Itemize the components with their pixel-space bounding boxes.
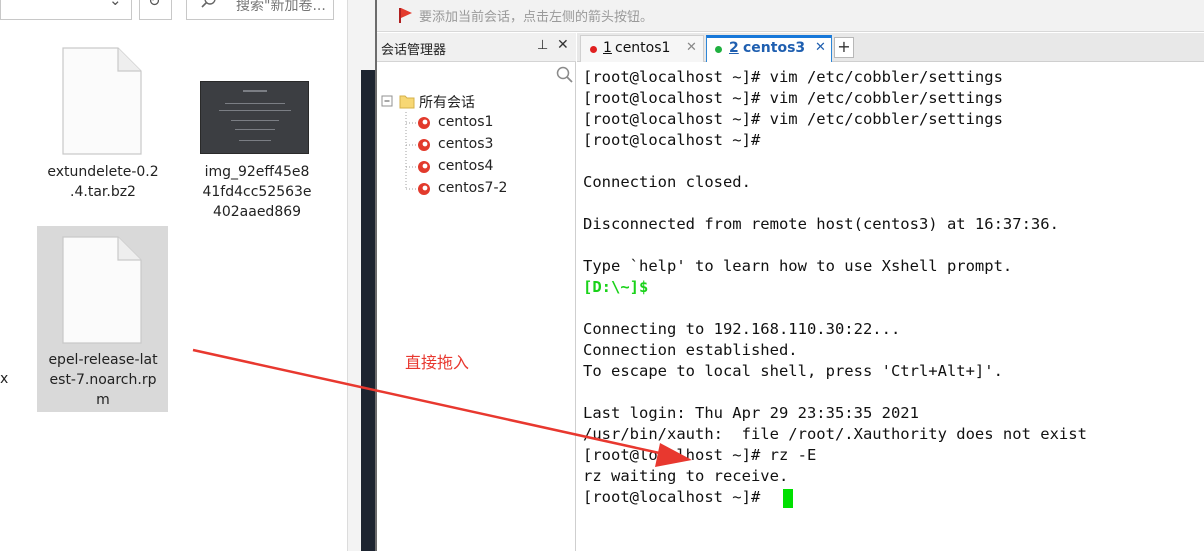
terminal-line: [root@localhost ~]# vim /etc/cobbler/set… — [583, 68, 1003, 86]
tree-session-centos3[interactable]: centos3 — [438, 136, 493, 152]
search-icon[interactable] — [555, 66, 573, 84]
terminal-line: [root@localhost ~]# vim /etc/cobbler/set… — [583, 110, 1003, 128]
document-icon[interactable] — [62, 236, 142, 344]
session-icon — [418, 139, 430, 151]
pin-icon[interactable]: ⊥ — [537, 38, 548, 53]
session-manager-title: 会话管理器 — [381, 43, 447, 58]
terminal-line: [root@localhost ~]# rz -E — [583, 446, 817, 464]
terminal-line: Last login: Thu Apr 29 23:35:35 2021 — [583, 404, 919, 422]
path-dropdown[interactable]: ⌄ — [0, 0, 132, 20]
terminal-line: To escape to local shell, press 'Ctrl+Al… — [583, 362, 1003, 380]
image-thumbnail[interactable] — [200, 81, 309, 154]
chevron-down-icon[interactable]: ⌄ — [109, 0, 122, 9]
terminal-line: [root@localhost ~]# — [583, 131, 761, 149]
add-tab-button[interactable]: + — [834, 37, 854, 58]
session-icon — [418, 161, 430, 173]
search-icon — [201, 0, 216, 8]
status-dot-icon — [590, 46, 597, 53]
file-name-epel-release[interactable]: epel-release-lat est-7.noarch.rp m — [38, 350, 168, 410]
add-session-arrow-icon[interactable] — [397, 7, 413, 23]
tree-session-centos1[interactable]: centos1 — [438, 114, 493, 130]
close-icon[interactable]: ✕ — [686, 40, 697, 55]
close-icon[interactable]: ✕ — [815, 40, 826, 55]
status-dot-icon — [715, 46, 722, 53]
terminal-line: rz waiting to receive. — [583, 467, 789, 485]
close-icon[interactable]: ✕ — [557, 37, 569, 53]
explorer-search-placeholder: 搜索"新加卷... — [236, 0, 326, 14]
terminal-line: Type `help' to learn how to use Xshell p… — [583, 257, 1013, 275]
tree-session-centos4[interactable]: centos4 — [438, 158, 493, 174]
background-window-strip — [361, 70, 376, 551]
refresh-button[interactable]: ↻ — [139, 0, 172, 20]
terminal-line: Connection established. — [583, 341, 798, 359]
tab-number: 2 — [729, 40, 739, 56]
folder-icon[interactable] — [399, 93, 415, 109]
annotation-label: 直接拖入 — [405, 353, 470, 372]
tree-session-centos7-2[interactable]: centos7-2 — [438, 180, 507, 196]
terminal-line: /usr/bin/xauth: file /root/.Xauthority d… — [583, 425, 1087, 443]
terminal-cursor — [783, 489, 793, 508]
terminal-line: [root@localhost ~]# — [583, 488, 770, 506]
refresh-icon: ↻ — [148, 0, 161, 10]
session-icon — [418, 117, 430, 129]
tab-label: centos1 — [615, 40, 671, 56]
tab-label: centos3 — [743, 40, 806, 56]
tree-root-all-sessions[interactable]: 所有会话 — [419, 92, 475, 112]
local-shell-prompt: [D:\~]$ — [583, 278, 649, 296]
truncated-file-label: x — [0, 371, 9, 387]
terminal-line: Connecting to 192.168.110.30:22... — [583, 320, 901, 338]
session-icon — [418, 183, 430, 195]
document-icon[interactable] — [62, 47, 142, 155]
file-name-img[interactable]: img_92eff45e8 41fd4cc52563e 402aaed869 — [190, 162, 324, 222]
terminal-line: [root@localhost ~]# vim /etc/cobbler/set… — [583, 89, 1003, 107]
tab-number: 1 — [603, 40, 612, 56]
terminal-line: Disconnected from remote host(centos3) a… — [583, 215, 1059, 233]
terminal-line: Connection closed. — [583, 173, 751, 191]
session-hint-text: 要添加当前会话，点击左侧的箭头按钮。 — [419, 10, 654, 25]
file-name-extundelete[interactable]: extundelete-0.2 .4.tar.bz2 — [38, 162, 168, 202]
tab-centos1[interactable]: 1 centos1 ✕ — [580, 35, 704, 62]
tab-centos3[interactable]: 2 centos3 ✕ — [706, 35, 832, 62]
